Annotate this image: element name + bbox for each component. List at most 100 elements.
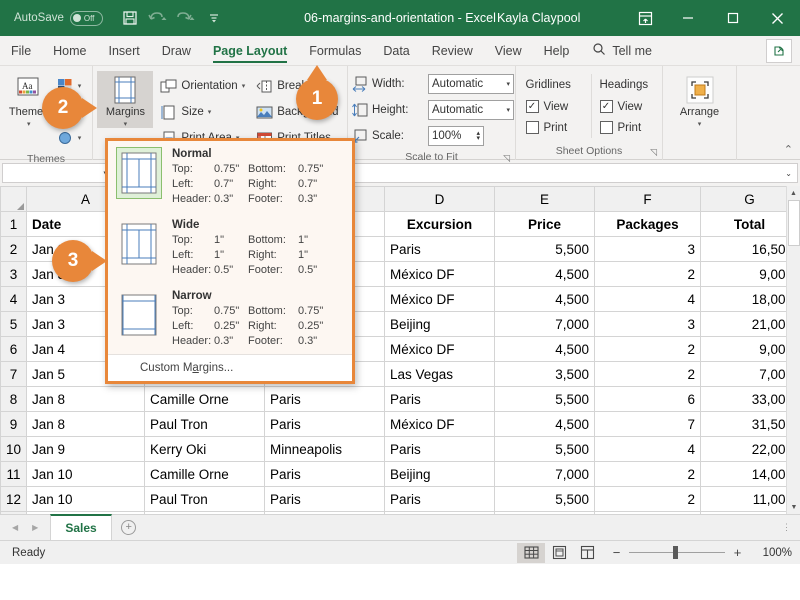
- column-header-d[interactable]: D: [384, 186, 495, 212]
- redo-icon[interactable]: [173, 5, 199, 31]
- minimize-icon[interactable]: [665, 0, 710, 36]
- gridlines-print-checkbox[interactable]: Print: [523, 117, 567, 138]
- cell-a9[interactable]: Jan 8: [26, 411, 145, 437]
- row-header-11[interactable]: 11: [0, 461, 27, 487]
- cell-f4[interactable]: 4: [594, 286, 701, 312]
- tab-view[interactable]: View: [484, 36, 533, 65]
- tab-page-layout[interactable]: Page Layout: [202, 36, 298, 65]
- cell-d4[interactable]: México DF: [384, 286, 495, 312]
- cell-f12[interactable]: 2: [594, 486, 701, 512]
- share-button[interactable]: [766, 39, 792, 63]
- cell-f11[interactable]: 2: [594, 461, 701, 487]
- cell-b8[interactable]: Camille Orne: [144, 386, 265, 412]
- checkbox-icon[interactable]: [599, 121, 613, 134]
- tab-help[interactable]: Help: [533, 36, 581, 65]
- cell-g12[interactable]: 11,000: [700, 486, 799, 512]
- cell-a11[interactable]: Jan 10: [26, 461, 145, 487]
- cell-e10[interactable]: 5,500: [494, 436, 595, 462]
- cell-e8[interactable]: 5,500: [494, 386, 595, 412]
- cell-b12[interactable]: Paul Tron: [144, 486, 265, 512]
- scale-width-dropdown[interactable]: Automatic ▾: [428, 74, 514, 94]
- cell-g10[interactable]: 22,000: [700, 436, 799, 462]
- cell-f10[interactable]: 4: [594, 436, 701, 462]
- page-break-preview-icon[interactable]: [573, 543, 601, 563]
- row-header-2[interactable]: 2: [0, 236, 27, 262]
- row-header-9[interactable]: 9: [0, 411, 27, 437]
- add-sheet-button[interactable]: +: [112, 515, 146, 540]
- autosave-toggle[interactable]: AutoSave Off: [14, 10, 103, 26]
- row-header-7[interactable]: 7: [0, 361, 27, 387]
- cell-e7[interactable]: 3,500: [494, 361, 595, 387]
- cell-g5[interactable]: 21,000: [700, 311, 799, 337]
- cell-d2[interactable]: Paris: [384, 236, 495, 262]
- gridlines-view-checkbox[interactable]: ✓ View: [523, 96, 568, 117]
- spinner-down-icon[interactable]: ▾: [476, 135, 480, 142]
- zoom-level-label[interactable]: 100%: [754, 547, 792, 559]
- tab-review[interactable]: Review: [421, 36, 484, 65]
- size-button[interactable]: Size ▾: [156, 99, 249, 125]
- cell-g11[interactable]: 14,000: [700, 461, 799, 487]
- cell-d12[interactable]: Paris: [384, 486, 495, 512]
- customize-qat-icon[interactable]: [201, 5, 227, 31]
- row-header-3[interactable]: 3: [0, 261, 27, 287]
- row-header-12[interactable]: 12: [0, 486, 27, 512]
- headings-view-checkbox[interactable]: ✓ View: [597, 96, 642, 117]
- cell-b9[interactable]: Paul Tron: [144, 411, 265, 437]
- save-icon[interactable]: [117, 5, 143, 31]
- cell-e2[interactable]: 5,500: [494, 236, 595, 262]
- ribbon-display-options-icon[interactable]: [625, 0, 665, 36]
- horizontal-scroll-area[interactable]: ⋮: [146, 515, 800, 540]
- cell-g1[interactable]: Total: [700, 211, 799, 237]
- column-header-e[interactable]: E: [494, 186, 595, 212]
- user-account-name[interactable]: Kayla Claypool: [497, 11, 580, 25]
- margins-option-normal[interactable]: Normal Top: 0.75" Bottom: 0.75" Left: 0.7" Righ…: [108, 141, 352, 212]
- cell-c12[interactable]: Paris: [264, 486, 385, 512]
- cell-g2[interactable]: 16,500: [700, 236, 799, 262]
- cell-a8[interactable]: Jan 8: [26, 386, 145, 412]
- cell-e9[interactable]: 4,500: [494, 411, 595, 437]
- cell-d10[interactable]: Paris: [384, 436, 495, 462]
- cell-d3[interactable]: México DF: [384, 261, 495, 287]
- cell-e12[interactable]: 5,500: [494, 486, 595, 512]
- tab-file[interactable]: File: [0, 36, 42, 65]
- cell-f9[interactable]: 7: [594, 411, 701, 437]
- cell-d5[interactable]: Beijing: [384, 311, 495, 337]
- scroll-thumb[interactable]: [788, 200, 800, 246]
- margins-option-wide[interactable]: Wide Top: 1" Bottom: 1" Left: 1" Right: 1" Header…: [108, 212, 352, 283]
- select-all-corner[interactable]: [0, 186, 27, 212]
- zoom-slider[interactable]: [629, 546, 725, 559]
- cell-d9[interactable]: México DF: [384, 411, 495, 437]
- row-header-4[interactable]: 4: [0, 286, 27, 312]
- arrange-button[interactable]: Arrange ▾: [672, 71, 728, 128]
- expand-formula-bar-icon[interactable]: ⌄: [785, 169, 792, 178]
- custom-margins-menu-item[interactable]: Custom Margins...: [108, 354, 352, 381]
- column-header-g[interactable]: G: [700, 186, 799, 212]
- scale-spinner[interactable]: 100% ▴ ▾: [428, 126, 484, 146]
- cell-e6[interactable]: 4,500: [494, 336, 595, 362]
- tab-insert[interactable]: Insert: [98, 36, 151, 65]
- zoom-in-button[interactable]: +: [732, 545, 743, 560]
- row-header-8[interactable]: 8: [0, 386, 27, 412]
- cell-d1[interactable]: Excursion: [384, 211, 495, 237]
- cell-g4[interactable]: 18,000: [700, 286, 799, 312]
- split-handle-icon[interactable]: ⋮: [782, 522, 792, 533]
- orientation-button[interactable]: Orientation ▾: [156, 73, 249, 99]
- vertical-scrollbar[interactable]: ▲ ▼: [786, 186, 800, 514]
- cell-a10[interactable]: Jan 9: [26, 436, 145, 462]
- cell-f6[interactable]: 2: [594, 336, 701, 362]
- tab-data[interactable]: Data: [372, 36, 420, 65]
- theme-effects-button[interactable]: ▾: [53, 125, 86, 151]
- margins-option-narrow[interactable]: Narrow Top: 0.75" Bottom: 0.75" Left: 0.25" Rig…: [108, 283, 352, 354]
- margins-button[interactable]: Margins ▾: [97, 71, 154, 128]
- row-header-6[interactable]: 6: [0, 336, 27, 362]
- checkbox-icon[interactable]: ✓: [525, 100, 539, 113]
- cell-c11[interactable]: Paris: [264, 461, 385, 487]
- cell-e5[interactable]: 7,000: [494, 311, 595, 337]
- cell-g3[interactable]: 9,000: [700, 261, 799, 287]
- sheet-nav-next-icon[interactable]: ▶: [32, 523, 38, 532]
- cell-g7[interactable]: 7,000: [700, 361, 799, 387]
- headings-print-checkbox[interactable]: Print: [597, 117, 641, 138]
- scale-height-dropdown[interactable]: Automatic ▾: [428, 100, 514, 120]
- zoom-slider-thumb[interactable]: [673, 546, 678, 559]
- scroll-down-icon[interactable]: ▼: [787, 500, 800, 514]
